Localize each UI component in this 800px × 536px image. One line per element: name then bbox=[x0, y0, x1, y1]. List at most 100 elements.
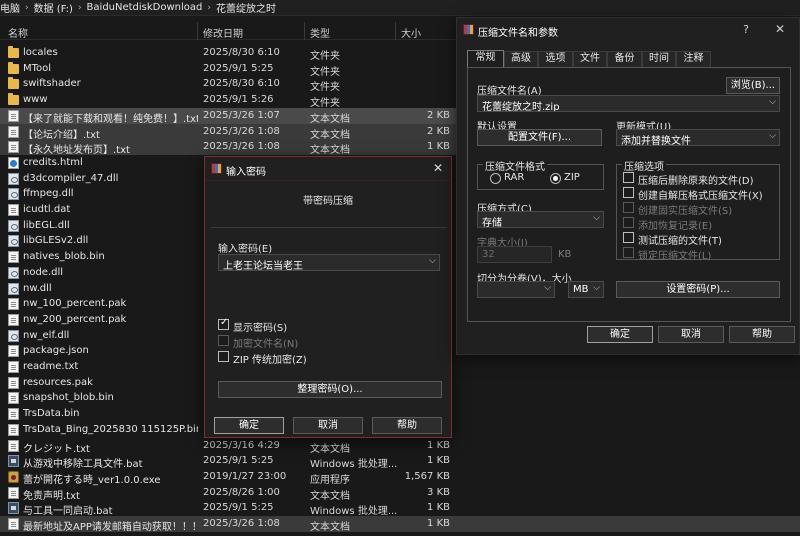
file-row[interactable]: 免责声明.txt 2025/8/26 1:00 文本文档 3 KB bbox=[0, 485, 800, 502]
file-type: 文件夹 bbox=[310, 51, 340, 62]
file-name: resources.pak bbox=[23, 377, 93, 388]
format-zip-label[interactable]: ZIP bbox=[564, 172, 580, 183]
tab-general[interactable]: 常规 bbox=[467, 50, 504, 67]
column-type[interactable]: 类型 bbox=[310, 25, 330, 40]
archive-name-value: 花蕾绽放之时.zip bbox=[482, 102, 560, 112]
format-zip-radio[interactable] bbox=[550, 173, 561, 184]
file-row[interactable]: 蕾が開花する時_ver1.0.0.exe 2019/1/27 23:00 应用程序 1… bbox=[0, 469, 800, 486]
split-size-input[interactable]: ⌵ bbox=[477, 281, 555, 298]
compression-options-label: 压缩选项 bbox=[622, 158, 666, 173]
column-size[interactable]: 大小 bbox=[401, 25, 421, 40]
tab-options[interactable]: 选项 bbox=[538, 51, 573, 67]
password-input[interactable]: 上老王论坛当老王 ⌵ bbox=[218, 254, 440, 271]
set-password-button[interactable]: 设置密码(P)... bbox=[616, 281, 780, 298]
tab-time[interactable]: 时间 bbox=[642, 51, 676, 67]
encrypt-filenames-label[interactable]: 加密文件名(N) bbox=[233, 335, 298, 350]
column-name[interactable]: 名称 bbox=[8, 25, 28, 40]
password-value: 上老王论坛当老王 bbox=[223, 261, 303, 271]
show-password-label[interactable]: 显示密码(S) bbox=[233, 319, 287, 334]
file-date: 2025/8/30 6:10 bbox=[203, 78, 280, 89]
text-file-icon bbox=[8, 377, 19, 389]
test-files-label[interactable]: 测试压缩的文件(T) bbox=[638, 232, 722, 247]
dialog-subtitle: 带密码压缩 bbox=[303, 196, 353, 207]
recovery-record-checkbox[interactable] bbox=[623, 217, 634, 228]
chevron-down-icon[interactable]: ⌵ bbox=[593, 283, 600, 293]
profiles-button[interactable]: 配置文件(F)... bbox=[477, 129, 602, 146]
column-divider[interactable] bbox=[197, 22, 198, 40]
lock-archive-label[interactable]: 锁定压缩文件(L) bbox=[638, 247, 711, 262]
tab-backup[interactable]: 备份 bbox=[607, 51, 642, 67]
close-icon[interactable]: ✕ bbox=[431, 161, 445, 175]
dictionary-select[interactable]: 32 bbox=[477, 246, 552, 263]
column-divider[interactable] bbox=[304, 22, 305, 40]
file-name: readme.txt bbox=[23, 361, 79, 372]
organize-passwords-button[interactable]: 整理密码(O)... bbox=[218, 381, 442, 398]
file-row[interactable]: クレジット.txt 2025/3/16 4:29 文本文档 1 KB bbox=[0, 438, 800, 455]
file-name: 【永久地址发布页】.txt bbox=[23, 145, 130, 156]
ok-button[interactable]: 确定 bbox=[587, 326, 653, 343]
breadcrumb-item[interactable]: 电脑 bbox=[0, 0, 20, 15]
solid-archive-checkbox[interactable] bbox=[623, 202, 634, 213]
game-exe-icon bbox=[8, 471, 19, 483]
lock-archive-checkbox[interactable] bbox=[623, 247, 634, 258]
text-file-icon bbox=[8, 518, 19, 530]
password-label: 输入密码(E) bbox=[218, 244, 273, 255]
update-mode-select[interactable]: 添加并替换文件 ⌵ bbox=[616, 129, 780, 146]
chevron-down-icon[interactable]: ⌵ bbox=[769, 97, 776, 107]
format-rar-label[interactable]: RAR bbox=[504, 172, 524, 183]
file-date: 2019/1/27 23:00 bbox=[203, 471, 287, 482]
encrypt-filenames-checkbox[interactable] bbox=[218, 335, 229, 346]
zip-legacy-checkbox[interactable] bbox=[218, 351, 229, 362]
tab-advanced[interactable]: 高级 bbox=[504, 51, 538, 67]
help-button[interactable]: 帮助 bbox=[372, 417, 442, 434]
breadcrumb-item[interactable]: BaiduNetdiskDownload bbox=[87, 2, 203, 13]
file-row[interactable]: 与工具一同启动.bat 2025/9/1 5:25 Windows 批处理... 1 … bbox=[0, 500, 800, 517]
test-files-checkbox[interactable] bbox=[623, 232, 634, 243]
file-date: 2025/8/26 1:00 bbox=[203, 487, 280, 498]
file-row[interactable]: 最新地址及APP请发邮箱自动获取！！！... 2025/3/26 1:08 文本文档… bbox=[0, 516, 800, 533]
close-icon[interactable]: ✕ bbox=[775, 22, 785, 36]
zip-legacy-label[interactable]: ZIP 传统加密(Z) bbox=[233, 351, 307, 366]
chevron-down-icon[interactable]: ⌵ bbox=[593, 213, 600, 223]
split-unit-select[interactable]: MB ⌵ bbox=[568, 281, 604, 298]
cancel-button[interactable]: 取消 bbox=[658, 326, 724, 343]
browse-button[interactable]: 浏览(B)... bbox=[726, 77, 780, 94]
delete-after-checkbox[interactable] bbox=[623, 172, 634, 183]
text-file-icon bbox=[8, 251, 19, 263]
format-rar-radio[interactable] bbox=[490, 173, 501, 184]
file-size: 1,567 KB bbox=[404, 471, 450, 482]
recovery-record-label[interactable]: 添加恢复记录(E) bbox=[638, 217, 712, 232]
file-name: www bbox=[23, 94, 48, 105]
create-sfx-label[interactable]: 创建自解压格式压缩文件(X) bbox=[638, 187, 763, 202]
solid-archive-label[interactable]: 创建固实压缩文件(S) bbox=[638, 202, 732, 217]
cancel-button[interactable]: 取消 bbox=[293, 417, 363, 434]
column-date[interactable]: 修改日期 bbox=[203, 25, 243, 40]
password-panel: 输入密码(E) 上老王论坛当老王 ⌵ 显示密码(S) 加密文件名(N) ZIP … bbox=[211, 227, 447, 403]
chevron-down-icon[interactable]: ⌵ bbox=[429, 256, 436, 266]
file-row[interactable]: 从游戏中移除工具文件.bat 2025/9/1 5:25 Windows 批处理..… bbox=[0, 453, 800, 470]
column-divider[interactable] bbox=[395, 22, 396, 40]
help-button[interactable]: 帮助 bbox=[729, 326, 795, 343]
file-name: 从游戏中移除工具文件.bat bbox=[23, 459, 143, 470]
show-password-checkbox[interactable] bbox=[218, 317, 229, 330]
method-select[interactable]: 存储 ⌵ bbox=[477, 211, 604, 228]
file-name: 与工具一同启动.bat bbox=[23, 506, 113, 517]
text-file-icon bbox=[8, 126, 19, 138]
create-sfx-checkbox[interactable] bbox=[623, 187, 634, 198]
text-file-icon bbox=[8, 110, 19, 122]
help-icon[interactable]: ? bbox=[743, 23, 749, 36]
ok-button[interactable]: 确定 bbox=[214, 417, 284, 434]
chevron-down-icon[interactable]: ⌵ bbox=[544, 283, 551, 293]
chevron-down-icon[interactable]: ⌵ bbox=[769, 131, 776, 141]
text-file-icon bbox=[8, 345, 19, 357]
file-size: 1 KB bbox=[427, 455, 450, 466]
file-name: locales bbox=[23, 47, 58, 58]
breadcrumb-item[interactable]: 花蕾绽放之时 bbox=[216, 0, 276, 15]
tab-files[interactable]: 文件 bbox=[573, 51, 607, 67]
file-date: 2025/3/26 1:08 bbox=[203, 141, 280, 152]
delete-after-label[interactable]: 压缩后删除原来的文件(D) bbox=[638, 172, 754, 187]
archive-name-input[interactable]: 花蕾绽放之时.zip ⌵ bbox=[477, 95, 780, 112]
tab-comment[interactable]: 注释 bbox=[676, 51, 711, 67]
winrar-icon bbox=[463, 24, 474, 35]
breadcrumb-item[interactable]: 数据 (F:) bbox=[34, 0, 73, 15]
